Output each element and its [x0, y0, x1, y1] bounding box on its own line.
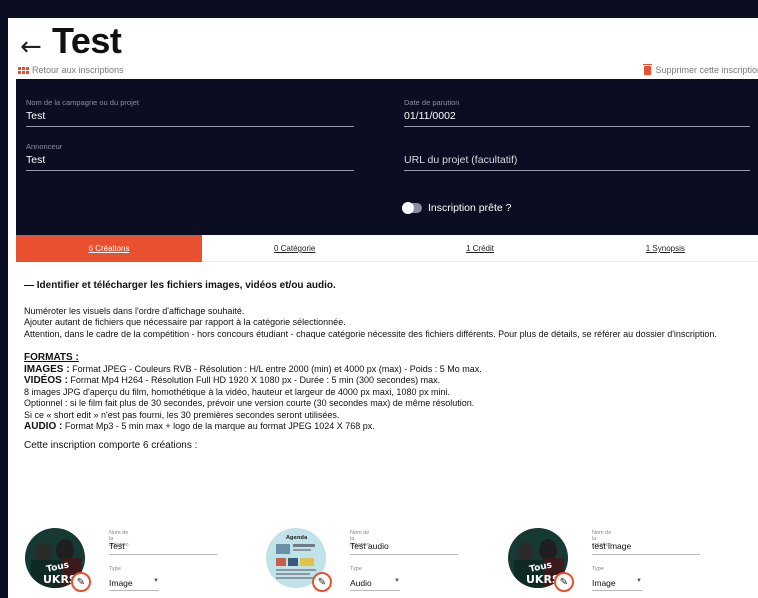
delete-inscription-link[interactable]: Supprimer cette inscription [643, 63, 758, 75]
chevron-down-icon: ▼ [153, 578, 159, 584]
creations-count: Cette inscription comporte 6 créations : [24, 439, 198, 451]
images-label: IMAGES : [24, 363, 70, 375]
ready-toggle-row[interactable]: Inscription prête ? [402, 202, 511, 214]
intro-line: Ajouter autant de fichiers que nécessair… [24, 317, 346, 327]
tab-creations[interactable]: 6 Créations [16, 235, 202, 262]
tab-categorie[interactable]: 0 Catégorie [202, 235, 388, 262]
images-text: Format JPEG - Couleurs RVB - Résolution … [72, 363, 482, 374]
ready-toggle[interactable] [402, 202, 422, 214]
back-link-label: Retour aux inscriptions [32, 65, 124, 75]
campaign-field[interactable]: Nom de la campagne ou du projet Test [26, 98, 354, 127]
back-to-inscriptions-link[interactable]: Retour aux inscriptions [18, 65, 124, 75]
intro-line: Attention, dans le cadre de la compétiti… [24, 328, 717, 339]
creation-type-label: Type [592, 566, 604, 572]
edit-creation-button[interactable]: ✎ [554, 572, 574, 592]
creation-type-select[interactable]: Audio ▼ [350, 578, 400, 591]
ready-toggle-label: Inscription prête ? [428, 202, 512, 214]
svg-text:Agenda: Agenda [286, 535, 307, 541]
project-url-field[interactable]: URL du projet (facultatif) [404, 152, 750, 171]
creation-type-select[interactable]: Image ▼ [109, 578, 159, 591]
audio-label: AUDIO : [24, 421, 63, 432]
videos-line: 8 images JPG d'aperçu du film, homothéti… [24, 386, 450, 397]
app-frame: ← Test Retour aux inscriptions Supprimer… [8, 18, 758, 598]
instructions-intro: Numéroter les visuels dans l'ordre d'aff… [24, 306, 754, 341]
pencil-icon: ✎ [76, 576, 86, 588]
creation-type-label: Type [109, 566, 121, 572]
advertiser-label: Annonceur [26, 142, 63, 151]
trash-icon [643, 63, 653, 75]
creation-type-value: Image [592, 578, 616, 588]
videos-text: Format Mp4 H264 - Résolution Full HD 192… [70, 375, 441, 385]
creation-type-value: Audio [350, 578, 372, 588]
delete-link-label: Supprimer cette inscription [655, 65, 758, 75]
creation-name-input[interactable]: Test [109, 541, 217, 555]
tab-credit[interactable]: 1 Crédit [387, 235, 573, 262]
creations-instructions: — Identifier et télécharger les fichiers… [24, 280, 754, 451]
formats-title: FORMATS : [24, 352, 79, 363]
audio-format: AUDIO : Format Mp3 - 5 min max + logo de… [24, 421, 754, 433]
advertiser-value[interactable]: Test [26, 152, 354, 170]
advertiser-field[interactable]: Annonceur Test [26, 142, 354, 171]
edit-creation-button[interactable]: ✎ [312, 572, 332, 592]
edit-creation-button[interactable]: ✎ [71, 572, 91, 592]
back-arrow-icon[interactable]: ← [20, 32, 42, 62]
chevron-down-icon: ▼ [394, 578, 400, 584]
creation-type-label: Type [350, 566, 362, 572]
chevron-down-icon: ▼ [636, 578, 642, 584]
pencil-icon: ✎ [317, 576, 327, 588]
campaign-value[interactable]: Test [26, 108, 354, 126]
tab-bar: 6 Créations 0 Catégorie 1 Crédit 1 Synop… [16, 235, 758, 262]
date-label: Date de parution [404, 98, 460, 107]
videos-line: Optionnel : si le film fait plus de 30 s… [24, 398, 475, 408]
videos-line: Si ce « short edit » n'est pas fourni, l… [24, 409, 340, 420]
pencil-icon: ✎ [559, 576, 569, 588]
project-url-placeholder[interactable]: URL du projet (facultatif) [404, 152, 750, 170]
formats-section: FORMATS : IMAGES : Format JPEG - Couleur… [24, 352, 754, 433]
instructions-heading: — Identifier et télécharger les fichiers… [24, 280, 336, 291]
creation-type-value: Image [109, 578, 133, 588]
page-title: Test [52, 20, 122, 61]
videos-label: VIDÉOS : [24, 375, 68, 386]
creation-type-select[interactable]: Image ▼ [592, 578, 642, 591]
images-format: IMAGES : Format JPEG - Couleurs RVB - Ré… [24, 364, 754, 376]
creation-name-input[interactable]: test image [592, 541, 700, 555]
intro-line: Numéroter les visuels dans l'ordre d'aff… [24, 305, 245, 316]
date-value[interactable]: 01/11/0002 [404, 108, 750, 126]
campaign-label: Nom de la campagne ou du projet [26, 98, 139, 107]
date-field[interactable]: Date de parution 01/11/0002 [404, 98, 750, 127]
audio-text: Format Mp3 - 5 min max + logo de la marq… [64, 421, 375, 431]
inscription-form: Nom de la campagne ou du projet Test Dat… [16, 79, 758, 235]
creation-name-input[interactable]: Test audio [350, 541, 458, 555]
videos-format: VIDÉOS : Format Mp4 H264 - Résolution Fu… [24, 375, 754, 387]
grid-icon [18, 66, 29, 74]
tab-synopsis[interactable]: 1 Synopsis [572, 235, 758, 262]
